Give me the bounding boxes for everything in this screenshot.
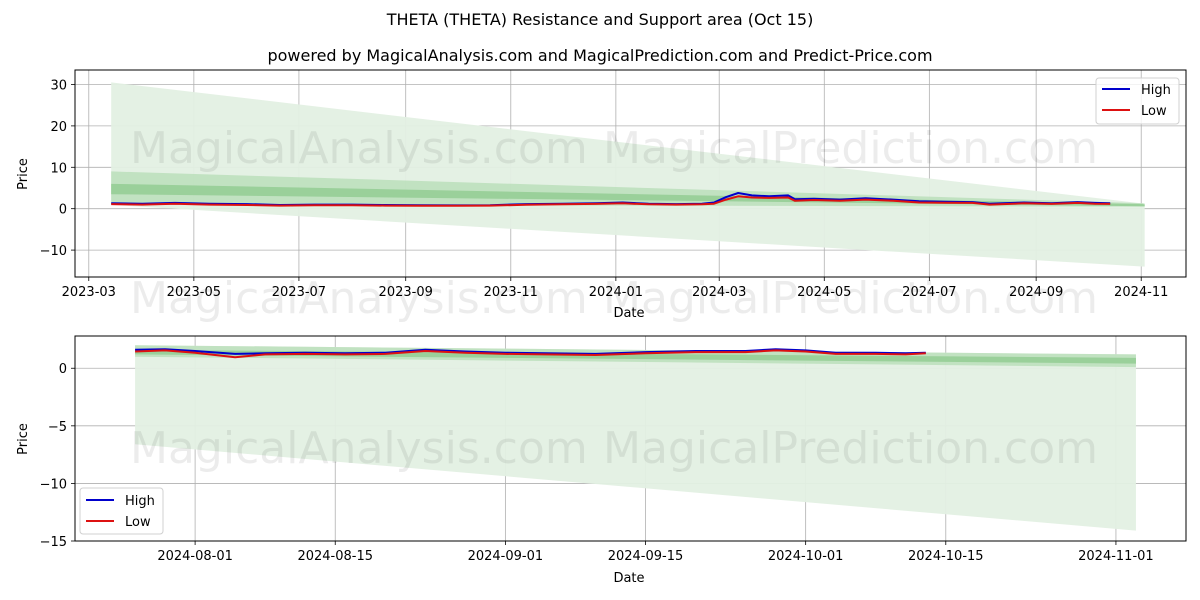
top-x-axis-label: Date [613, 306, 644, 321]
bottom-legend-low-label: Low [125, 515, 151, 530]
watermark-analysis-bottom: MagicalAnalysis.com [130, 423, 588, 474]
bottom-x-tick-label: 2024-08-01 [157, 549, 233, 564]
top-outer-band [111, 82, 1145, 267]
top-x-tick-label: 2024-03 [692, 285, 746, 300]
bottom-y-tick-label: −5 [48, 420, 67, 435]
bottom-x-tick-label: 2024-10-01 [768, 549, 844, 564]
top-x-tick-label: 2023-05 [167, 285, 221, 300]
bottom-x-axis-label: Date [613, 571, 644, 586]
bottom-x-tick-label: 2024-08-15 [297, 549, 373, 564]
top-y-tick-label: 0 [59, 203, 67, 218]
top-x-tick-label: 2024-09 [1009, 285, 1063, 300]
top-x-tick-label: 2023-09 [379, 285, 433, 300]
top-y-tick-label: 20 [50, 120, 67, 135]
watermark-prediction-top: MagicalPrediction.com [603, 123, 1098, 174]
bottom-legend: High Low [79, 487, 164, 535]
top-x-tick-label: 2024-01 [589, 285, 643, 300]
bottom-x-tick-label: 2024-10-15 [908, 549, 984, 564]
bottom-y-axis-label: Price [16, 423, 31, 455]
bottom-y-tick-label: 0 [59, 362, 67, 377]
charts-canvas: MagicalAnalysis.com MagicalPrediction.co… [16, 69, 1187, 586]
top-x-tick-label: 2023-07 [272, 285, 326, 300]
bottom-y-tick-label: −15 [40, 535, 67, 550]
top-x-tick-label: 2023-11 [484, 285, 538, 300]
bottom-chart: MagicalAnalysis.com MagicalPrediction.co… [16, 335, 1187, 586]
top-chart: MagicalAnalysis.com MagicalPrediction.co… [16, 69, 1187, 324]
bottom-x-tick-label: 2024-09-01 [468, 549, 544, 564]
top-y-tick-label: 30 [50, 78, 67, 93]
top-legend-low-label: Low [1141, 104, 1167, 119]
top-x-tick-label: 2024-05 [797, 285, 851, 300]
watermark-prediction-bottom: MagicalPrediction.com [603, 423, 1098, 474]
top-x-tick-label: 2024-07 [902, 285, 956, 300]
bottom-x-tick-label: 2024-11-01 [1078, 549, 1154, 564]
watermark-analysis-top: MagicalAnalysis.com [130, 123, 588, 174]
top-legend-high-label: High [1141, 83, 1171, 98]
bottom-legend-high-label: High [125, 494, 155, 509]
top-y-axis-label: Price [16, 158, 31, 190]
top-y-tick-label: 10 [50, 161, 67, 176]
bottom-y-tick-label: −10 [40, 477, 67, 492]
top-y-tick-label: −10 [40, 244, 67, 259]
top-x-tick-label: 2024-11 [1114, 285, 1168, 300]
top-x-tick-label: 2023-03 [62, 285, 116, 300]
top-bands [111, 82, 1145, 267]
top-legend: High Low [1095, 77, 1180, 125]
bottom-x-tick-label: 2024-09-15 [608, 549, 684, 564]
